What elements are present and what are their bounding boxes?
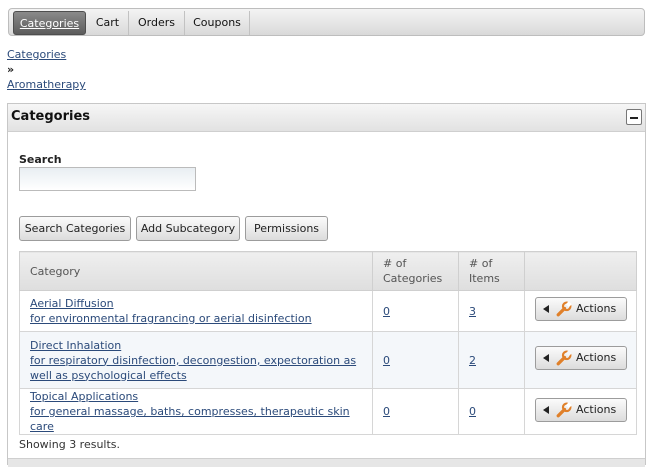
breadcrumb-separator: » [7,63,15,76]
panel-header: Categories [8,104,645,132]
item-count-link[interactable]: 3 [469,305,476,318]
category-description-link[interactable]: for general massage, baths, compresses, … [30,405,350,433]
tab-cart[interactable]: Cart [87,11,129,35]
table-header-row: Category # of Categories # of Items [19,251,637,291]
wrench-icon [556,401,572,417]
category-count-link[interactable]: 0 [383,354,390,367]
categories-table: Category # of Categories # of Items Aeri… [19,251,637,435]
category-description-link[interactable]: for environmental fragrancing or aerial … [30,312,312,325]
breadcrumb-categories-link[interactable]: Categories [7,48,66,61]
item-count-link[interactable]: 2 [469,354,476,367]
column-header-num-items: # of Items [458,251,525,291]
table-row: Direct Inhalation for respiratory disinf… [19,331,637,389]
add-subcategory-button[interactable]: Add Subcategory [136,216,240,241]
category-name-link[interactable]: Aerial Diffusion [30,297,114,310]
search-categories-button[interactable]: Search Categories [19,216,131,241]
search-label: Search [19,153,62,166]
item-count-link[interactable]: 0 [469,405,476,418]
caret-left-icon [543,405,549,414]
actions-button[interactable]: Actions [535,346,627,370]
wrench-icon [556,350,572,366]
actions-button[interactable]: Actions [535,297,627,321]
caret-left-icon [543,305,549,313]
category-description-link[interactable]: for respiratory disinfection, decongesti… [30,354,356,382]
actions-label: Actions [576,302,617,315]
category-count-link[interactable]: 0 [383,405,390,418]
category-name-link[interactable]: Topical Applications [30,390,138,403]
column-header-category: Category [19,251,373,291]
collapse-icon[interactable] [626,109,642,125]
tab-categories[interactable]: Categories [13,11,86,35]
category-name-link[interactable]: Direct Inhalation [30,339,121,352]
top-tab-bar: Categories Cart Orders Coupons [8,8,645,36]
panel-footer-bar [8,458,645,467]
categories-panel: Categories Search Search Categories Add … [7,103,646,467]
panel-title: Categories [11,109,91,124]
breadcrumb: Categories » Aromatherapy [7,47,86,92]
permissions-button[interactable]: Permissions [245,216,328,241]
results-count: Showing 3 results. [19,438,121,451]
caret-left-icon [543,354,549,362]
wrench-icon [556,301,572,317]
actions-label: Actions [576,402,617,416]
tab-coupons[interactable]: Coupons [185,11,250,35]
tab-orders[interactable]: Orders [129,11,185,35]
table-row: Topical Applications for general massage… [19,388,637,435]
breadcrumb-aromatherapy-link[interactable]: Aromatherapy [7,78,86,91]
column-header-actions [524,251,637,291]
column-header-num-categories: # of Categories [372,251,459,291]
category-count-link[interactable]: 0 [383,305,390,318]
search-input[interactable] [19,167,196,191]
actions-button[interactable]: Actions [535,397,627,422]
actions-label: Actions [576,351,617,364]
table-row: Aerial Diffusion for environmental fragr… [19,290,637,332]
